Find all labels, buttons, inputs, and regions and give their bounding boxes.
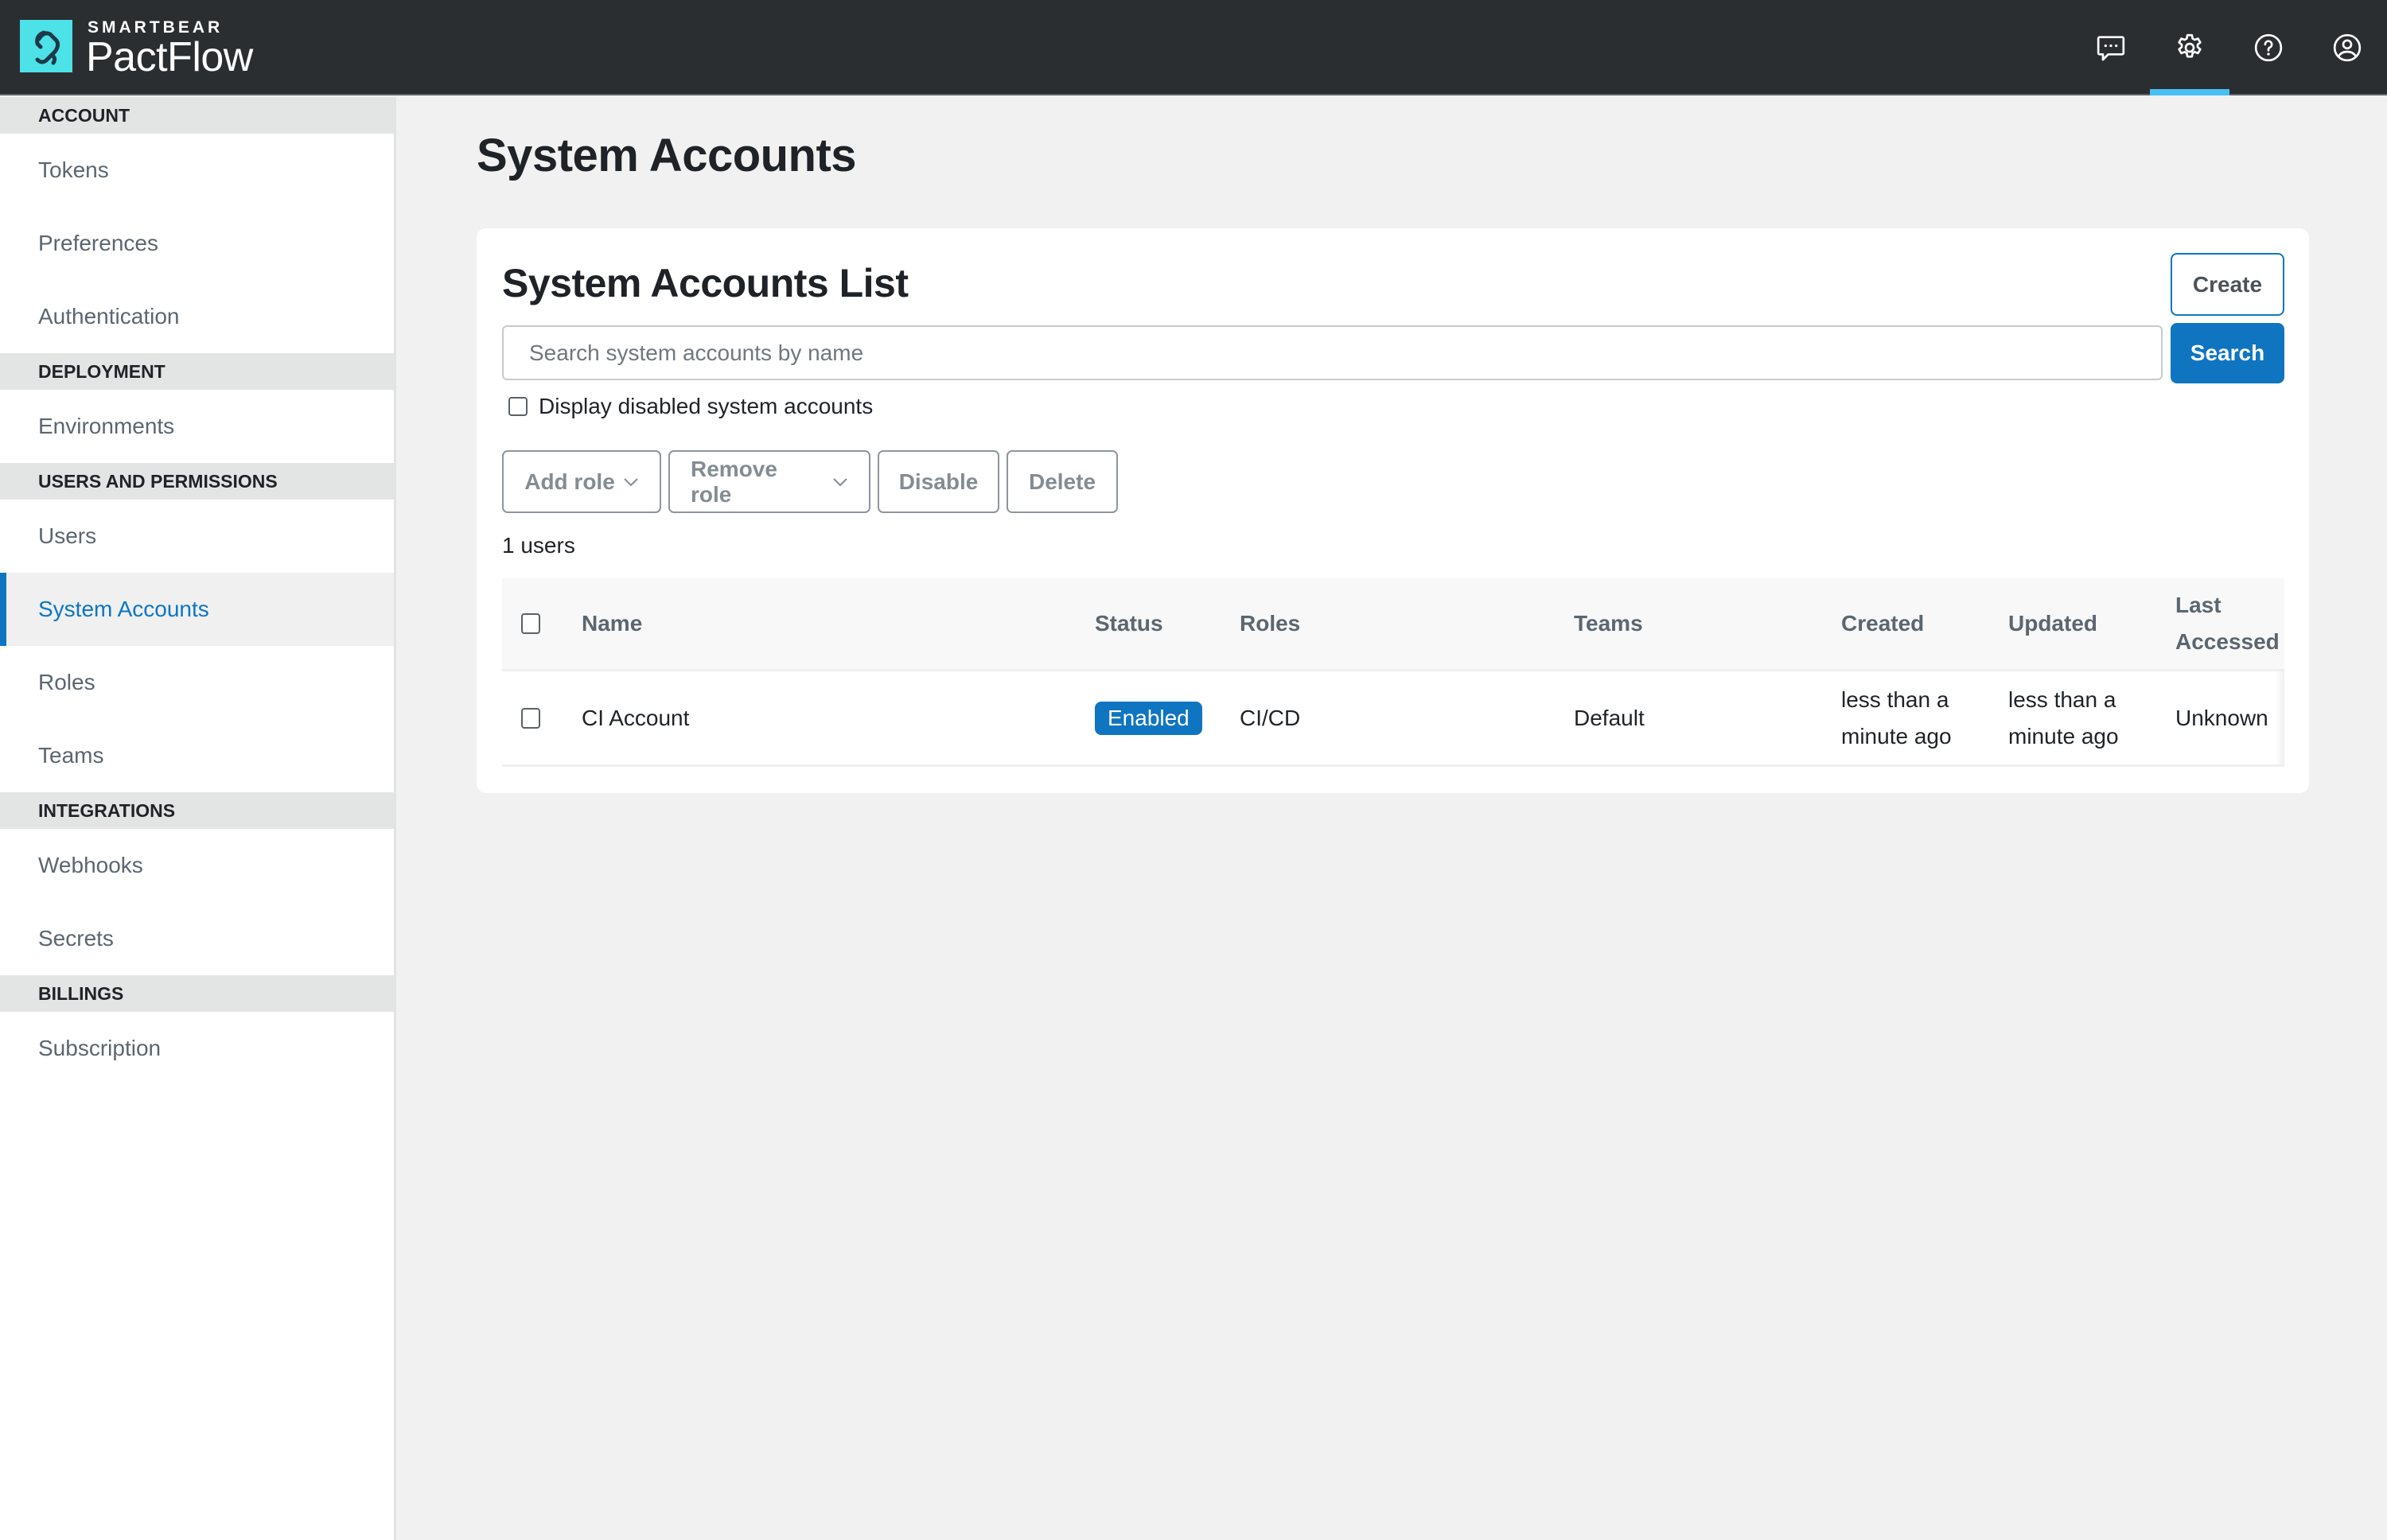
select-all-cell — [521, 578, 540, 669]
sidebar-section-billings: BILLINGS — [0, 975, 394, 1012]
feedback-button[interactable] — [2071, 0, 2151, 95]
brand-product[interactable]: PactFlow — [86, 33, 253, 81]
profile-button[interactable] — [2307, 0, 2387, 95]
top-navigation-bar: SMARTBEAR PactFlow — [0, 0, 2387, 95]
sidebar-item-subscription[interactable]: Subscription — [0, 1012, 394, 1085]
column-header-last-accessed-line1: Last — [2175, 593, 2222, 617]
sidebar-section-deployment: DEPLOYMENT — [0, 353, 394, 390]
settings-sidebar: ACCOUNT Tokens Preferences Authenticatio… — [0, 97, 396, 1540]
system-accounts-card: System Accounts List Create Search Displ… — [477, 228, 2309, 793]
chevron-down-icon — [833, 477, 847, 486]
cell-name[interactable]: CI Account — [582, 671, 689, 764]
page-title: System Accounts — [477, 130, 857, 181]
remove-role-button[interactable]: Remove role — [668, 450, 870, 513]
horizontal-scroll-shadow — [2275, 671, 2284, 764]
add-role-button[interactable]: Add role — [502, 450, 661, 513]
chevron-down-icon — [624, 477, 638, 486]
column-header-updated[interactable]: Updated — [2008, 578, 2097, 669]
sidebar-section-integrations: INTEGRATIONS — [0, 792, 394, 829]
disable-button[interactable]: Disable — [878, 450, 999, 513]
sidebar-item-environments[interactable]: Environments — [0, 390, 394, 463]
sidebar-item-tokens[interactable]: Tokens — [0, 134, 394, 207]
cell-last-accessed: Unknown — [2175, 705, 2268, 730]
gear-icon — [2178, 33, 2202, 58]
cell-roles: CI/CD — [1240, 705, 1301, 730]
system-accounts-table: Name Status Roles Teams Created Updated … — [502, 578, 2284, 767]
sidebar-item-webhooks[interactable]: Webhooks — [0, 829, 394, 902]
search-input[interactable] — [502, 325, 2163, 380]
help-icon — [2254, 33, 2283, 62]
column-header-status[interactable]: Status — [1095, 578, 1163, 669]
sidebar-item-teams[interactable]: Teams — [0, 719, 394, 792]
cell-created-line2: minute ago — [1841, 723, 1952, 749]
column-header-teams[interactable]: Teams — [1574, 578, 1643, 669]
sidebar-section-users-and-permissions: USERS AND PERMISSIONS — [0, 463, 394, 500]
card-title: System Accounts List — [502, 261, 909, 305]
sidebar-item-system-accounts[interactable]: System Accounts — [0, 573, 394, 646]
cell-created: less than a minute ago — [1841, 671, 1952, 764]
pactflow-logo-icon[interactable] — [20, 20, 72, 72]
table-row[interactable]: CI Account Enabled CI/CD Default less th… — [502, 671, 2284, 767]
sidebar-item-secrets[interactable]: Secrets — [0, 902, 394, 975]
cell-status: Enabled — [1095, 671, 1202, 764]
sidebar-item-authentication[interactable]: Authentication — [0, 280, 394, 353]
select-all-checkbox[interactable] — [521, 613, 540, 634]
result-count: 1 users — [502, 533, 575, 558]
cell-teams: Default — [1574, 705, 1645, 730]
table-header-row: Name Status Roles Teams Created Updated … — [502, 578, 2284, 671]
column-header-name[interactable]: Name — [582, 578, 642, 669]
sidebar-item-preferences[interactable]: Preferences — [0, 207, 394, 280]
create-button[interactable]: Create — [2171, 253, 2284, 316]
cell-updated: less than a minute ago — [2008, 671, 2119, 764]
settings-button[interactable] — [2150, 0, 2229, 95]
row-select-cell — [521, 671, 540, 764]
display-disabled-label: Display disabled system accounts — [539, 394, 874, 418]
sidebar-item-roles[interactable]: Roles — [0, 646, 394, 719]
sidebar-section-account: ACCOUNT — [0, 97, 394, 134]
row-select-checkbox[interactable] — [521, 707, 540, 729]
display-disabled-toggle[interactable]: Display disabled system accounts — [508, 394, 873, 419]
user-profile-icon — [2333, 33, 2362, 62]
feedback-icon — [2097, 36, 2125, 61]
column-header-last-accessed-line2: Accessed — [2175, 629, 2280, 654]
help-button[interactable] — [2229, 0, 2308, 95]
display-disabled-checkbox[interactable] — [508, 397, 528, 416]
sidebar-item-users[interactable]: Users — [0, 500, 394, 573]
delete-button[interactable]: Delete — [1007, 450, 1118, 513]
cell-updated-line2: minute ago — [2008, 723, 2119, 749]
column-header-last-accessed[interactable]: Last Accessed — [2175, 578, 2280, 669]
bulk-actions-toolbar: Add role Remove role Disable Delete — [502, 450, 1118, 513]
cell-updated-line1: less than a — [2008, 686, 2116, 712]
cell-created-line1: less than a — [1841, 686, 1949, 712]
column-header-roles[interactable]: Roles — [1240, 578, 1300, 669]
search-button[interactable]: Search — [2171, 323, 2284, 383]
remove-role-label: Remove role — [691, 456, 777, 507]
add-role-label: Add role — [524, 469, 615, 494]
status-badge: Enabled — [1095, 701, 1202, 735]
column-header-created[interactable]: Created — [1841, 578, 1924, 669]
